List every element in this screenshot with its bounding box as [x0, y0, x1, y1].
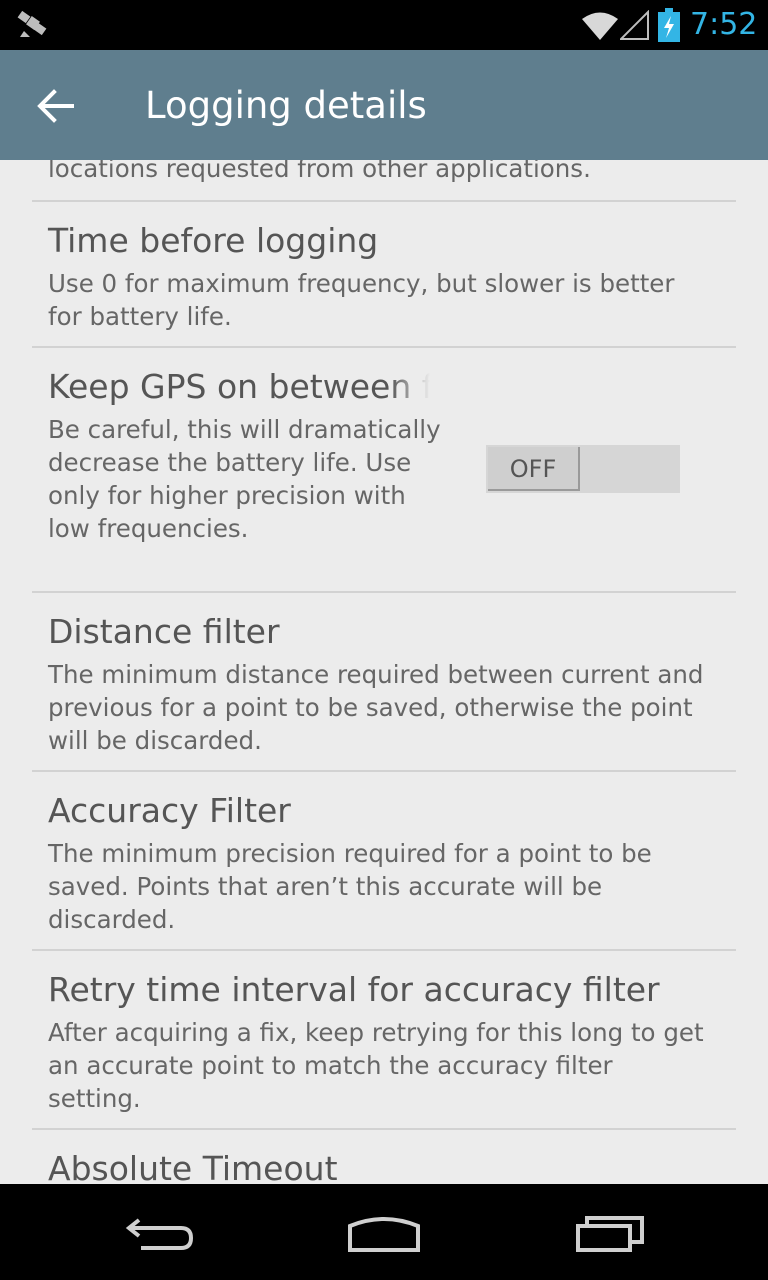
- setting-accuracy-filter[interactable]: Accuracy Filter The minimum precision re…: [0, 772, 768, 948]
- clock: 7:52: [690, 7, 758, 42]
- setting-absolute-timeout[interactable]: Absolute Timeout: [0, 1130, 768, 1184]
- keep-gps-toggle[interactable]: OFF: [486, 445, 680, 493]
- setting-distance-filter[interactable]: Distance filter The minimum distance req…: [0, 593, 768, 769]
- home-nav-icon[interactable]: [347, 1214, 421, 1254]
- setting-description: After acquiring a fix, keep retrying for…: [48, 1018, 704, 1113]
- setting-description: The minimum precision required for a poi…: [48, 839, 652, 934]
- setting-partial-top[interactable]: locations requested from other applicati…: [0, 160, 768, 200]
- back-nav-icon[interactable]: [125, 1214, 195, 1254]
- action-bar: Logging details: [0, 50, 768, 160]
- arrow-back-icon[interactable]: [36, 86, 76, 126]
- satellite-icon: [17, 10, 47, 37]
- recents-nav-icon[interactable]: [575, 1214, 645, 1254]
- setting-description: Be careful, this will dramatically decre…: [48, 415, 441, 543]
- setting-retry-interval[interactable]: Retry time interval for accuracy filter …: [0, 951, 768, 1127]
- page-title: Logging details: [145, 84, 427, 127]
- battery-charging-icon: [658, 8, 680, 42]
- setting-time-before-logging[interactable]: Time before logging Use 0 for maximum fr…: [0, 202, 768, 346]
- setting-description: Use 0 for maximum frequency, but slower …: [48, 269, 675, 331]
- setting-title: Absolute Timeout: [48, 1149, 338, 1184]
- setting-title: Time before logging: [48, 221, 379, 260]
- toggle-thumb: OFF: [488, 447, 580, 491]
- setting-title: Keep GPS on between fi: [48, 367, 438, 406]
- wifi-icon: [582, 12, 618, 40]
- title-fade: [390, 365, 440, 409]
- setting-title: Accuracy Filter: [48, 791, 291, 830]
- setting-description: The minimum distance required between cu…: [48, 660, 704, 755]
- settings-list[interactable]: locations requested from other applicati…: [0, 160, 768, 1184]
- setting-title: Distance filter: [48, 612, 280, 651]
- navigation-bar: [0, 1184, 768, 1280]
- setting-description: locations requested from other applicati…: [48, 160, 591, 183]
- setting-title: Retry time interval for accuracy filter: [48, 970, 660, 1009]
- signal-icon: [620, 10, 649, 40]
- status-bar: 7:52: [0, 0, 768, 50]
